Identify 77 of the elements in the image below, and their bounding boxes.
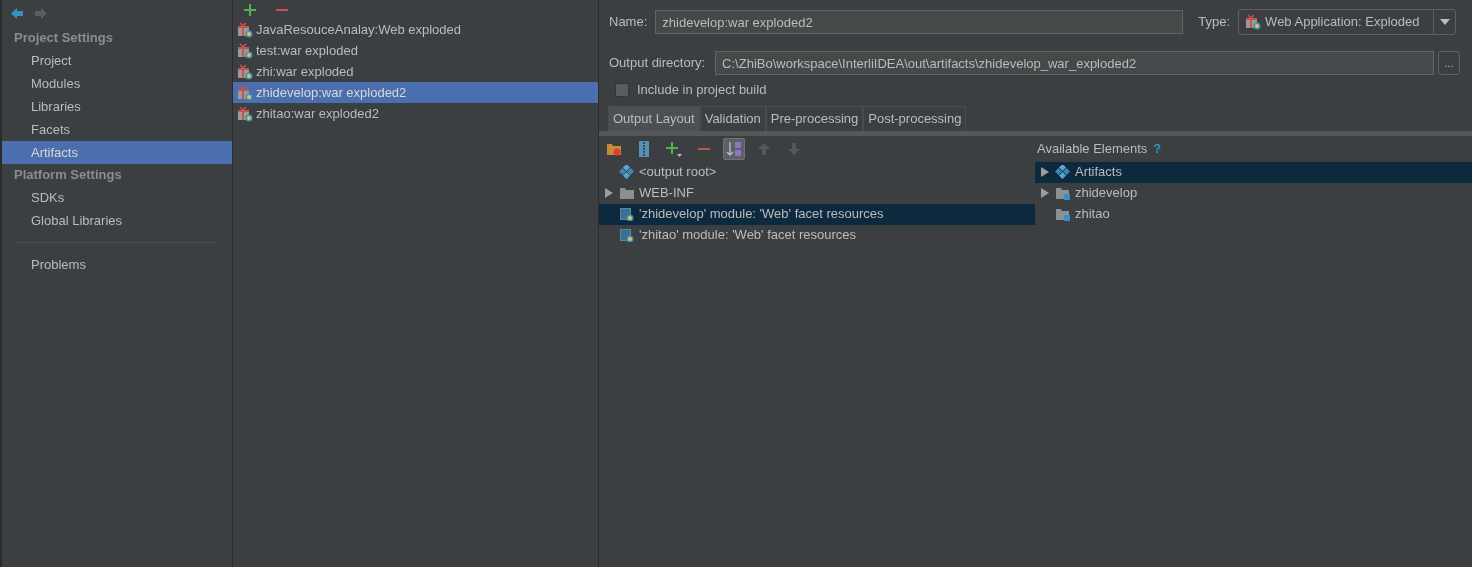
- artifact-list-item[interactable]: test:war exploded: [233, 40, 598, 61]
- gift-icon: [237, 105, 253, 122]
- tree-row[interactable]: WEB-INF: [599, 182, 1035, 204]
- type-dropdown[interactable]: Web Application: Exploded: [1238, 9, 1457, 35]
- browse-button[interactable]: ...: [1438, 51, 1461, 75]
- artifact-name: zhi:war exploded: [256, 63, 354, 81]
- artifact-name: test:war exploded: [256, 42, 358, 60]
- folder-icon: [619, 186, 635, 200]
- sidebar-item[interactable]: Modules: [2, 72, 232, 95]
- tree-row[interactable]: <output root>: [599, 161, 1035, 183]
- artifact-list-item[interactable]: JavaResouceAnalay:Web exploded: [233, 19, 598, 40]
- gift-icon: [237, 42, 253, 59]
- web-module-icon: [619, 228, 635, 242]
- checkbox[interactable]: [615, 82, 629, 97]
- name-label: Name:: [609, 13, 648, 32]
- name-field[interactable]: zhidevelop:war exploded2: [655, 10, 1184, 34]
- expand-arrow-icon: [1040, 187, 1050, 199]
- expand-arrow-icon: [604, 187, 614, 199]
- web-module-icon: [619, 207, 635, 221]
- tab[interactable]: Post-processing: [863, 105, 967, 131]
- section-heading: Project Settings: [13, 29, 114, 47]
- artifact-name: JavaResouceAnalay:Web exploded: [256, 21, 461, 39]
- sort-icon: [726, 140, 742, 157]
- gift-icon: [237, 84, 253, 101]
- artifact-list-item[interactable]: zhidevelop:war exploded2: [233, 82, 598, 103]
- diamond-icon: [1055, 165, 1071, 179]
- folder-star-icon: [606, 141, 622, 156]
- panel-title: Available Elements: [1037, 139, 1148, 158]
- tree-label: <output root>: [639, 163, 717, 182]
- tree-label: WEB-INF: [639, 184, 694, 203]
- tab[interactable]: Validation: [699, 105, 766, 131]
- section-heading: Platform Settings: [13, 166, 123, 184]
- help-icon[interactable]: ?: [1153, 138, 1162, 159]
- sidebar-item[interactable]: SDKs: [2, 186, 232, 209]
- tab[interactable]: Pre-processing: [765, 105, 864, 131]
- tree-label: 'zhidevelop' module: 'Web' facet resources: [639, 205, 884, 224]
- sidebar-item[interactable]: Global Libraries: [2, 209, 232, 232]
- tree-row[interactable]: zhitao: [1035, 203, 1472, 225]
- gift-icon: [1245, 14, 1262, 30]
- tree-label: Artifacts: [1075, 163, 1122, 182]
- gift-icon: [237, 21, 253, 38]
- sidebar-item[interactable]: Problems: [2, 253, 232, 276]
- add-icon: [666, 140, 682, 157]
- add-icon: [244, 3, 256, 16]
- tab[interactable]: Output Layout: [608, 105, 700, 131]
- tree-row[interactable]: zhidevelop: [1035, 182, 1472, 204]
- back-arrow-icon: [10, 7, 24, 20]
- module-folder-icon: [1055, 186, 1071, 200]
- sidebar-item[interactable]: Libraries: [2, 95, 232, 118]
- tree-label: 'zhitao' module: 'Web' facet resources: [639, 226, 857, 245]
- sidebar-item[interactable]: Project: [2, 49, 232, 72]
- dropdown-caret-icon: [1439, 19, 1450, 25]
- artifact-list-item[interactable]: zhi:war exploded: [233, 61, 598, 82]
- archive-icon: [638, 140, 650, 157]
- tree-label: zhidevelop: [1075, 184, 1138, 203]
- checkbox-label: Include in project build: [637, 81, 767, 99]
- up-arrow-icon: [758, 142, 770, 155]
- diamond-icon: [619, 165, 635, 179]
- down-arrow-icon: [788, 142, 800, 155]
- artifact-list-item[interactable]: zhitao:war exploded2: [233, 103, 598, 124]
- type-value: Web Application: Exploded: [1265, 13, 1420, 32]
- expand-arrow-icon: [1040, 166, 1050, 178]
- tree-row[interactable]: 'zhidevelop' module: 'Web' facet resources: [599, 203, 1035, 225]
- tree-label: zhitao: [1075, 205, 1110, 224]
- type-label: Type:: [1198, 13, 1231, 32]
- output-directory-label: Output directory:: [609, 54, 706, 73]
- artifact-name: zhidevelop:war exploded2: [256, 84, 407, 102]
- module-folder-icon: [1055, 207, 1071, 221]
- gift-icon: [237, 63, 253, 80]
- output-directory-field[interactable]: C:\ZhiBo\workspace\InterliIDEA\out\artifacts\zhidevelop_war_exploded2: [715, 51, 1435, 75]
- sort-button[interactable]: [723, 137, 745, 160]
- artifact-name: zhitao:war exploded2: [256, 105, 379, 123]
- tree-row[interactable]: 'zhitao' module: 'Web' facet resources: [599, 224, 1035, 246]
- sidebar-item[interactable]: Facets: [2, 118, 232, 141]
- tree-row[interactable]: Artifacts: [1035, 161, 1472, 183]
- sidebar-item[interactable]: Artifacts: [2, 141, 232, 164]
- forward-arrow-icon: [34, 7, 48, 20]
